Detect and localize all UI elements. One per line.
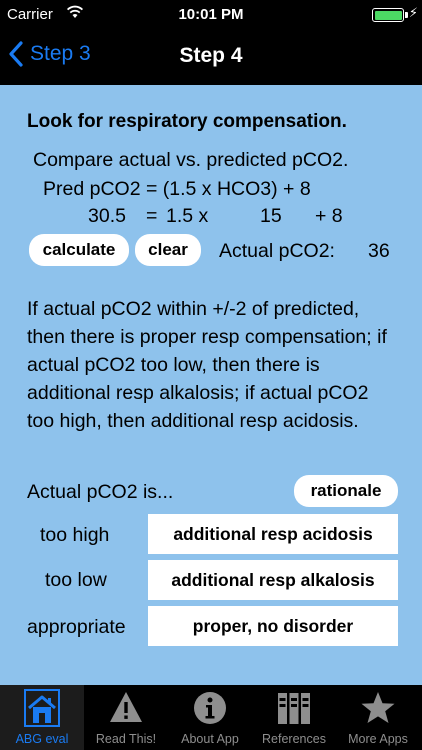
formula-text: Pred pCO2 = (1.5 x HCO3) + 8 <box>43 178 311 200</box>
tab-read-this[interactable]: Read This! <box>84 685 168 750</box>
predicted-pco2-value: 30.5 <box>88 205 126 227</box>
navigation-bar: Step 3 Step 4 <box>0 30 422 85</box>
formula-plus: + 8 <box>315 205 343 227</box>
rationale-button[interactable]: rationale <box>294 475 398 507</box>
result-box-too-low[interactable]: additional resp alkalosis <box>148 560 398 600</box>
result-box-appropriate[interactable]: proper, no disorder <box>148 606 398 646</box>
tab-about-app[interactable]: About App <box>168 685 252 750</box>
tab-label: Read This! <box>95 732 157 746</box>
battery-icon <box>372 8 404 22</box>
warning-icon <box>110 692 142 722</box>
tab-abg-eval[interactable]: ABG eval <box>0 685 84 750</box>
section-heading: Look for respiratory compensation. <box>27 111 347 132</box>
main-content: Look for respiratory compensation. Compa… <box>0 85 422 685</box>
info-icon <box>194 692 226 724</box>
row-label-appropriate: appropriate <box>27 616 126 638</box>
row-label-too-high: too high <box>40 524 110 546</box>
formula-factor: 1.5 x <box>166 205 209 227</box>
actual-is-label: Actual pCO2 is... <box>27 481 174 503</box>
hco3-value: 15 <box>260 205 282 227</box>
tab-more-apps[interactable]: More Apps <box>336 685 420 750</box>
clear-button[interactable]: clear <box>135 234 201 266</box>
explanation-text: If actual pCO2 within +/-2 of predicted,… <box>27 298 387 432</box>
battery-tip <box>405 12 408 18</box>
tab-label: ABG eval <box>15 732 69 746</box>
actual-pco2-value[interactable]: 36 <box>368 240 390 263</box>
star-icon <box>361 692 395 723</box>
tab-label: References <box>262 732 326 746</box>
page-title: Step 4 <box>179 44 243 67</box>
tab-references[interactable]: References <box>252 685 336 750</box>
tab-label: More Apps <box>348 732 408 746</box>
house-icon <box>24 689 60 727</box>
calculate-button[interactable]: calculate <box>29 234 129 266</box>
tab-label: About App <box>181 732 239 746</box>
compare-text: Compare actual vs. predicted pCO2. <box>33 149 349 171</box>
tab-bar: ABG eval Read This! About App References… <box>0 685 422 750</box>
books-icon <box>278 693 310 724</box>
formula-equals: = <box>146 205 158 227</box>
row-label-too-low: too low <box>45 569 107 591</box>
status-time: 10:01 PM <box>178 6 244 23</box>
charging-icon: ⚡ <box>408 5 418 20</box>
actual-pco2-label: Actual pCO2: <box>219 240 335 262</box>
result-box-too-high[interactable]: additional resp acidosis <box>148 514 398 554</box>
status-bar: Carrier 10:01 PM ⚡ <box>0 0 422 30</box>
